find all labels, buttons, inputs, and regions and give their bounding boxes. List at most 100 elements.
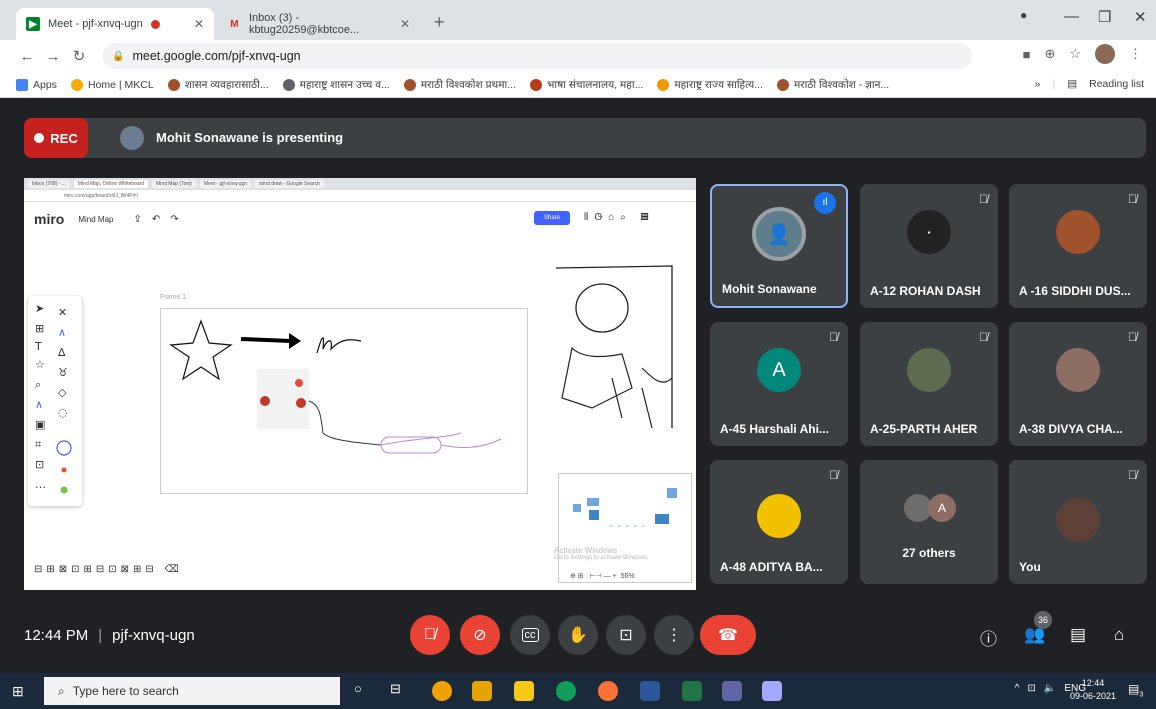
profile-avatar[interactable] <box>1095 44 1115 64</box>
back-icon[interactable]: ← <box>14 48 40 65</box>
word-icon[interactable] <box>640 681 660 701</box>
participant-tile[interactable]: 🎙̸ A A-45 Harshali Ahi... <box>710 322 848 446</box>
participant-tile[interactable]: 🎙̸ A-38 DIVYA CHA... <box>1009 322 1147 446</box>
captions-button[interactable]: cc <box>510 615 550 655</box>
shared-tab: Inbox (708) - ... <box>28 180 70 188</box>
others-tile[interactable]: A 27 others <box>860 460 998 584</box>
notifications-icon[interactable]: ▤3 <box>1128 682 1146 700</box>
file-explorer-icon[interactable] <box>514 681 534 701</box>
star-icon[interactable]: ☆ <box>1069 46 1081 62</box>
svg-text:◌: ◌ <box>58 406 68 419</box>
close-window-icon[interactable]: ✕ <box>1134 8 1147 26</box>
mic-off-icon: 🎙̸ <box>1128 192 1137 206</box>
activities-icon[interactable]: ⌂ <box>1114 625 1124 645</box>
close-tab-icon[interactable]: ✕ <box>400 17 410 31</box>
leave-call-button[interactable]: ☎ <box>700 615 756 655</box>
collab-icons: ⫴◷⌂⌕ ▤ <box>584 212 655 223</box>
svg-text:➤: ➤ <box>35 302 44 315</box>
people-icon[interactable]: 👥 <box>1024 625 1045 645</box>
camera-icon[interactable]: ■ <box>1023 47 1031 62</box>
participant-tile[interactable]: 🎙̸ ▪ A-12 ROHAN DASH <box>860 184 998 308</box>
bookmark-apps[interactable]: Apps <box>16 78 57 91</box>
edge-icon[interactable] <box>556 681 576 701</box>
menu-icon[interactable]: ⋮ <box>1129 46 1142 62</box>
participant-tile[interactable]: 🎙̸ A -16 SIDDHI DUS... <box>1009 184 1147 308</box>
zoom-icon[interactable]: ⊕ <box>1044 46 1055 62</box>
present-button[interactable]: ⊡ <box>606 615 646 655</box>
reading-list-button[interactable]: Reading list <box>1089 78 1144 90</box>
store-icon[interactable] <box>472 681 492 701</box>
share-button: Share <box>534 211 570 225</box>
bookmark-label: महाराष्ट्र शासन उच्च व... <box>299 78 390 91</box>
notification-count: 3 <box>1139 691 1144 699</box>
taskbar-search[interactable]: ⌕ Type here to search <box>44 677 340 705</box>
participant-tile[interactable]: 🎙̸ A-25-PARTH AHER <box>860 322 998 446</box>
paint-icon[interactable] <box>762 681 782 701</box>
bookmark-label: भाषा संचालनालय, महा... <box>547 78 644 91</box>
mic-off-icon: 🎙̸ <box>979 192 988 206</box>
teams-icon[interactable] <box>722 681 742 701</box>
shared-screen[interactable]: Inbox (708) - ... Mind Map, Online White… <box>24 178 696 590</box>
volume-icon[interactable]: 🔈 <box>1044 683 1056 694</box>
svg-text:☆: ☆ <box>35 358 45 371</box>
chrome-icon[interactable] <box>432 681 452 701</box>
svg-text:⊡: ⊡ <box>35 458 44 471</box>
participant-tile[interactable]: ıl 👤 Mohit Sonawane <box>710 184 848 308</box>
windows-start-icon[interactable]: ⊞ <box>12 683 28 699</box>
bookmark-vishwakosh-dnyan[interactable]: मराठी विश्वकोश - ज्ञान... <box>777 78 889 92</box>
presenter-avatar <box>120 126 144 150</box>
participant-name: A-45 Harshali Ahi... <box>720 422 829 436</box>
self-tile[interactable]: 🎙̸ You <box>1009 460 1147 584</box>
network-icon[interactable]: ⊡ <box>1027 683 1035 694</box>
meet-icon: ▶ <box>26 17 40 31</box>
participant-tile[interactable]: 🎙̸ A-48 ADITYA BA... <box>710 460 848 584</box>
forward-icon[interactable]: → <box>40 48 66 65</box>
tool-icons: ➤ ✕ ⊞ ∧ T ∆ ☆ ♉ ⌕ ◇ ∧ ◌ ▣ ⌗ ⊡ … <box>34 302 72 494</box>
bottom-tools: ⊟⊞⊠⊡⊞⊟⊡⊠⊞⊟ ⌫ <box>34 564 183 575</box>
excel-icon[interactable] <box>682 681 702 701</box>
minimap[interactable] <box>558 473 692 583</box>
recording-badge[interactable]: REC <box>24 118 88 158</box>
more-bookmarks-icon[interactable]: » <box>1035 78 1041 90</box>
freehand-sketch <box>555 265 673 429</box>
bookmark-vishwakosh[interactable]: मराठी विश्वकोश प्रथमा... <box>403 78 516 92</box>
participant-avatar <box>907 348 951 392</box>
bookmark-mkcl[interactable]: Home | MKCL <box>70 78 154 91</box>
shared-tab: mind draw - Google Search <box>255 180 324 188</box>
vishwakosh-icon <box>777 78 790 91</box>
gmail-icon: M <box>230 18 239 30</box>
tab-meet[interactable]: ▶ Meet - pjf-xnvq-ugn ✕ <box>16 8 214 40</box>
profile-dot-icon[interactable]: ● <box>1020 8 1027 22</box>
camera-toggle-button[interactable]: ⊘ <box>460 615 500 655</box>
search-icon: ⌕ <box>58 683 65 698</box>
minimize-icon[interactable]: — <box>1064 8 1079 25</box>
meet-controls: 12:44 PM | pjf-xnvq-ugn 🎙̸ ⊘ cc ✋ ⊡ ⋮ ☎ ⓘ … <box>0 603 1156 673</box>
bookmark-bhasha[interactable]: भाषा संचालनालय, महा... <box>530 78 643 92</box>
reload-icon[interactable]: ↻ <box>66 47 92 65</box>
mic-toggle-button[interactable]: 🎙̸ <box>410 615 450 655</box>
clock-date[interactable]: 12:44 09-06-2021 <box>1070 677 1116 703</box>
meet-area: REC Mohit Sonawane is presenting Inbox (… <box>0 98 1156 673</box>
maximize-icon[interactable]: ❐ <box>1098 8 1111 26</box>
address-bar[interactable]: 🔒 meet.google.com/pjf-xnvq-ugn <box>102 43 972 69</box>
address-row: ← → ↻ 🔒 meet.google.com/pjf-xnvq-ugn ■ ⊕… <box>0 40 1156 72</box>
present-icon: ⊡ <box>619 627 633 644</box>
cortana-icon[interactable]: ○ <box>354 681 374 701</box>
bookmark-higher-edu[interactable]: महाराष्ट्र शासन उच्च व... <box>282 78 390 92</box>
tab-inbox[interactable]: M Inbox (3) - kbtug20259@kbtcoe... ✕ <box>218 8 420 40</box>
participant-avatar: A <box>757 348 801 392</box>
more-options-button[interactable]: ⋮ <box>654 615 694 655</box>
bookmark-shasan[interactable]: शासन व्यवहारासाठी... <box>167 78 269 92</box>
chevron-up-icon[interactable]: ^ <box>1015 683 1020 694</box>
close-tab-icon[interactable]: ✕ <box>194 17 204 31</box>
task-view-icon[interactable]: ⊟ <box>390 681 410 701</box>
info-icon[interactable]: ⓘ <box>980 625 997 650</box>
chat-icon[interactable]: ▤ <box>1070 625 1086 645</box>
participant-name: A -16 SIDDHI DUS... <box>1019 284 1131 298</box>
svg-text:♉: ♉ <box>58 366 68 379</box>
participant-name: You <box>1019 560 1041 574</box>
new-tab-icon[interactable]: + <box>434 12 445 33</box>
raise-hand-button[interactable]: ✋ <box>558 615 598 655</box>
firefox-icon[interactable] <box>598 681 618 701</box>
bookmark-sahitya[interactable]: महाराष्ट्र राज्य साहित्य... <box>657 78 763 92</box>
